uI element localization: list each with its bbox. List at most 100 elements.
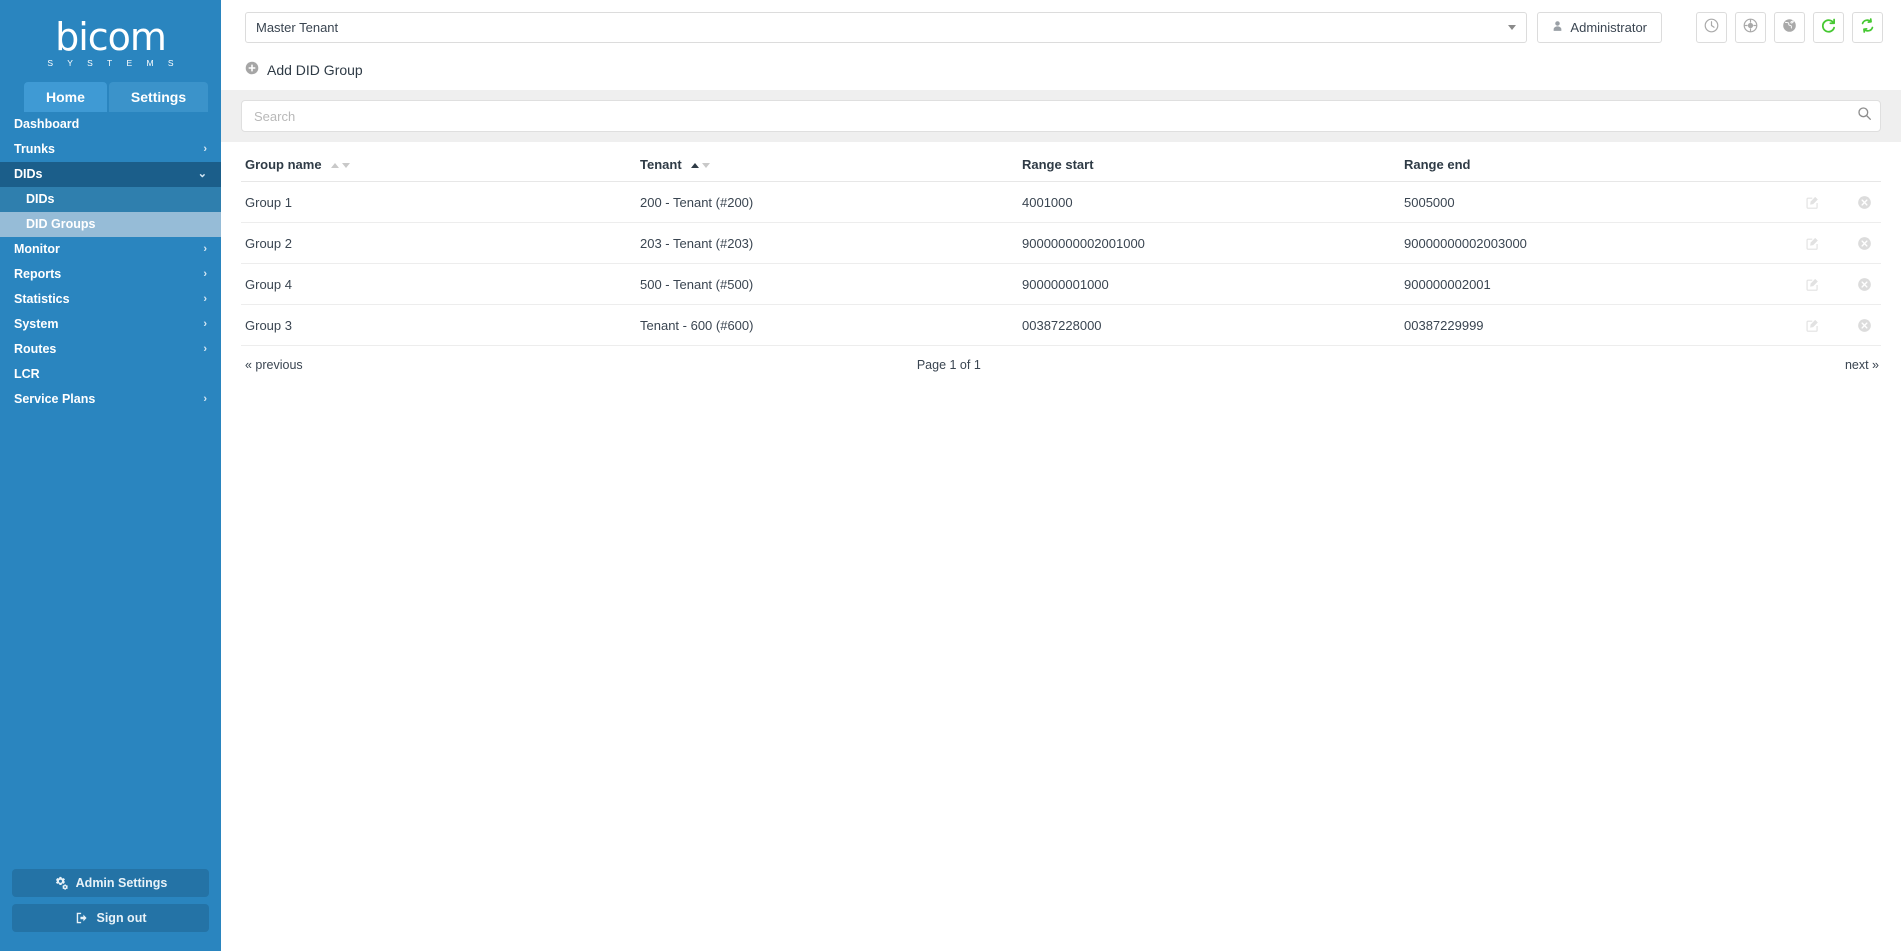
lifebuoy-icon-button[interactable] <box>1735 12 1766 43</box>
sort-controls[interactable] <box>691 163 711 169</box>
sidebar-item-trunks[interactable]: Trunks › <box>0 137 221 162</box>
sidebar-item-system[interactable]: System › <box>0 312 221 337</box>
sidebar-item-monitor[interactable]: Monitor › <box>0 237 221 262</box>
edit-icon[interactable] <box>1801 273 1823 295</box>
administrator-label: Administrator <box>1570 20 1647 35</box>
sign-out-label: Sign out <box>96 911 147 925</box>
table-row[interactable]: Group 1 200 - Tenant (#200) 4001000 5005… <box>241 181 1881 223</box>
column-header-tenant[interactable]: Tenant <box>636 142 1018 182</box>
cell-actions <box>1751 263 1881 305</box>
tab-settings[interactable]: Settings <box>108 82 209 112</box>
app-root: bicom S Y S T E M S Home Settings Dashbo… <box>0 0 1901 951</box>
sidebar-item-reports[interactable]: Reports › <box>0 262 221 287</box>
column-header-label: Tenant <box>640 157 682 172</box>
cell-range-start: 900000001000 <box>1018 263 1400 305</box>
cell-range-end: 00387229999 <box>1400 304 1751 346</box>
globe-icon <box>1781 17 1798 39</box>
sort-asc-icon[interactable] <box>691 163 700 169</box>
sidebar: bicom S Y S T E M S Home Settings Dashbo… <box>0 0 221 951</box>
column-header-label: Range start <box>1022 157 1094 172</box>
sort-asc-icon[interactable] <box>331 163 340 169</box>
refresh-icon-button[interactable] <box>1813 12 1844 43</box>
sort-controls[interactable] <box>331 163 351 169</box>
search-icon <box>1857 106 1872 126</box>
add-did-group-button[interactable]: Add DID Group <box>245 61 363 78</box>
sidebar-item-label: Routes <box>14 342 57 356</box>
table-body: Group 1 200 - Tenant (#200) 4001000 5005… <box>241 181 1881 346</box>
sidebar-subitem-label: DID Groups <box>26 217 96 231</box>
brand-logo[interactable]: bicom S Y S T E M S <box>0 0 221 82</box>
sign-out-icon <box>75 911 89 925</box>
table-header-row: Group name Tenant Range start Range end <box>241 142 1881 182</box>
cell-range-start: 4001000 <box>1018 181 1400 223</box>
did-groups-table-zone: Group name Tenant Range start Range end … <box>221 142 1901 346</box>
action-row: Add DID Group <box>221 55 1901 90</box>
topbar: Master Tenant Administrator <box>221 0 1901 55</box>
sync-icon-button[interactable] <box>1852 12 1883 43</box>
cell-group-name: Group 2 <box>241 222 636 264</box>
sidebar-item-dashboard[interactable]: Dashboard <box>0 112 221 137</box>
sidebar-item-label: Service Plans <box>14 392 96 406</box>
page-indicator: Page 1 of 1 <box>916 358 981 372</box>
main-tabs: Home Settings <box>0 82 221 112</box>
cell-group-name: Group 1 <box>241 181 636 223</box>
sidebar-subitem-did-groups[interactable]: DID Groups <box>0 212 221 237</box>
sort-desc-icon[interactable] <box>342 163 351 169</box>
plus-circle-icon <box>245 61 259 78</box>
cell-tenant: Tenant - 600 (#600) <box>636 304 1018 346</box>
next-page-link[interactable]: next » <box>1845 358 1879 372</box>
delete-icon[interactable] <box>1853 314 1875 336</box>
sidebar-item-label: DIDs <box>14 167 43 181</box>
clock-icon <box>1703 17 1720 39</box>
clock-icon-button[interactable] <box>1696 12 1727 43</box>
sidebar-nav: Dashboard Trunks › DIDs ⌄ DIDs DID Group… <box>0 112 221 869</box>
chevron-down-icon: ⌄ <box>197 168 207 180</box>
sidebar-item-dids[interactable]: DIDs ⌄ <box>0 162 221 187</box>
table-row[interactable]: Group 3 Tenant - 600 (#600) 00387228000 … <box>241 304 1881 346</box>
chevron-down-icon <box>1508 25 1517 30</box>
chevron-right-icon: › <box>203 293 207 305</box>
sidebar-item-label: Trunks <box>14 142 55 156</box>
tenant-select[interactable]: Master Tenant <box>245 12 1528 43</box>
column-header-group-name[interactable]: Group name <box>241 142 636 182</box>
table-row[interactable]: Group 2 203 - Tenant (#203) 900000000020… <box>241 222 1881 264</box>
brand-name: bicom <box>55 15 167 60</box>
edit-icon[interactable] <box>1801 232 1823 254</box>
cell-actions <box>1751 304 1881 346</box>
column-header-range-start: Range start <box>1018 142 1400 182</box>
did-groups-table: Group name Tenant Range start Range end … <box>241 142 1881 346</box>
search-button[interactable] <box>1857 101 1872 131</box>
administrator-button[interactable]: Administrator <box>1537 12 1662 43</box>
sidebar-subitem-label: DIDs <box>26 192 55 206</box>
chevron-right-icon: › <box>203 268 207 280</box>
sidebar-footer: Admin Settings Sign out <box>0 869 221 951</box>
table-row[interactable]: Group 4 500 - Tenant (#500) 900000001000… <box>241 263 1881 305</box>
column-header-label: Range end <box>1404 157 1471 172</box>
search-input[interactable] <box>242 101 1880 131</box>
delete-icon[interactable] <box>1853 273 1875 295</box>
cell-range-end: 900000002001 <box>1400 263 1751 305</box>
cell-tenant: 500 - Tenant (#500) <box>636 263 1018 305</box>
chevron-right-icon: › <box>203 318 207 330</box>
cell-range-start: 90000000002001000 <box>1018 222 1400 264</box>
sidebar-item-label: Dashboard <box>14 117 80 131</box>
edit-icon[interactable] <box>1801 191 1823 213</box>
sort-desc-icon[interactable] <box>702 163 711 169</box>
sidebar-item-label: Statistics <box>14 292 70 306</box>
chevron-right-icon: › <box>203 343 207 355</box>
admin-settings-button[interactable]: Admin Settings <box>12 869 209 897</box>
column-header-range-end: Range end <box>1400 142 1751 182</box>
sidebar-item-service-plans[interactable]: Service Plans › <box>0 387 221 412</box>
edit-icon[interactable] <box>1801 314 1823 336</box>
cell-range-end: 5005000 <box>1400 181 1751 223</box>
sign-out-button[interactable]: Sign out <box>12 904 209 932</box>
delete-icon[interactable] <box>1853 191 1875 213</box>
topbar-icon-group <box>1696 12 1883 43</box>
sidebar-item-statistics[interactable]: Statistics › <box>0 287 221 312</box>
globe-icon-button[interactable] <box>1774 12 1805 43</box>
delete-icon[interactable] <box>1853 232 1875 254</box>
column-header-actions <box>1751 142 1881 182</box>
sidebar-subitem-dids[interactable]: DIDs <box>0 187 221 212</box>
tab-home[interactable]: Home <box>24 82 107 112</box>
cell-group-name: Group 3 <box>241 304 636 346</box>
